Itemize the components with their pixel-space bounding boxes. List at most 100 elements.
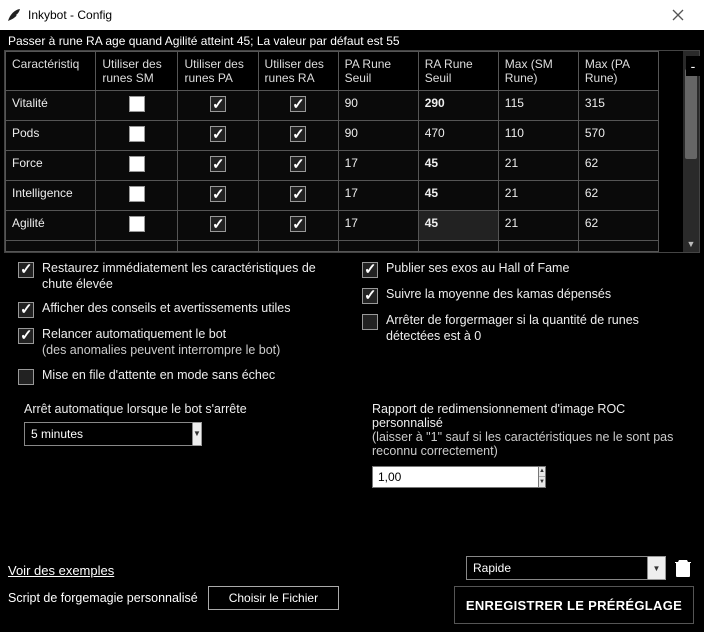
autostop-combo[interactable]: ▼ [24, 422, 184, 446]
table-scrollbar[interactable]: ▲ ▼ [683, 51, 699, 252]
checkbox[interactable] [290, 186, 306, 202]
col-ra: Utiliser des runes RA [258, 52, 338, 91]
preset-input[interactable] [466, 556, 648, 580]
checkbox[interactable] [129, 186, 145, 202]
checkbox[interactable] [210, 186, 226, 202]
stats-table: Caractéristiq Utiliser des runes SM Util… [5, 51, 659, 252]
option-row: Suivre la moyenne des kamas dépensés [362, 287, 686, 304]
checkbox[interactable] [129, 96, 145, 112]
table-row[interactable]: Intelligence17452162 [6, 181, 659, 211]
cell-raseuil[interactable]: 470 [418, 121, 498, 151]
checkbox[interactable] [290, 156, 306, 172]
cell-sm[interactable] [96, 211, 178, 241]
checkbox[interactable] [18, 369, 34, 385]
cell-maxpa[interactable]: 62 [578, 211, 658, 241]
cell-stat: Pods [6, 121, 96, 151]
checkbox[interactable] [210, 126, 226, 142]
checkbox[interactable] [210, 216, 226, 232]
table-header-row: Caractéristiq Utiliser des runes SM Util… [6, 52, 659, 91]
cell-paseuil[interactable]: 90 [338, 91, 418, 121]
cell-raseuil[interactable]: 45 [418, 181, 498, 211]
cell-sm[interactable] [96, 91, 178, 121]
option-label: Mise en file d'attente en mode sans éche… [42, 368, 275, 384]
roc-hint: (laisser à "1" sauf si les caractéristiq… [372, 430, 680, 458]
roc-stepper[interactable]: ▲ ▼ [372, 466, 462, 488]
cell-maxsm[interactable]: 21 [498, 211, 578, 241]
table-row[interactable]: Agilité 17452162 [6, 211, 659, 241]
choose-file-button[interactable]: Choisir le Fichier [208, 586, 339, 610]
scroll-thumb[interactable] [685, 69, 697, 159]
cell-ra[interactable] [258, 181, 338, 211]
cell-ra[interactable] [258, 91, 338, 121]
cell-pa[interactable] [178, 181, 258, 211]
chevron-down-icon[interactable]: ▼ [193, 422, 202, 446]
cell-maxsm[interactable]: 21 [498, 151, 578, 181]
checkbox[interactable] [362, 314, 378, 330]
cell-paseuil[interactable]: 90 [338, 121, 418, 151]
subsections: Arrêt automatique lorsque le bot s'arrêt… [0, 394, 704, 488]
cell-pa[interactable] [178, 91, 258, 121]
checkbox[interactable] [210, 96, 226, 112]
chevron-down-icon[interactable]: ▼ [648, 556, 666, 580]
scroll-down-icon[interactable]: ▼ [683, 236, 699, 252]
cell-maxpa[interactable]: 315 [578, 91, 658, 121]
cell-pa[interactable] [178, 121, 258, 151]
checkbox[interactable] [129, 126, 145, 142]
checkbox[interactable] [290, 96, 306, 112]
col-stat: Caractéristiq [6, 52, 96, 91]
roc-spinner[interactable]: ▲ ▼ [539, 466, 546, 488]
checkbox[interactable] [362, 262, 378, 278]
roc-label: Rapport de redimensionnement d'image ROC… [372, 402, 680, 430]
table-row[interactable]: Pods 90470110570 [6, 121, 659, 151]
checkbox[interactable] [129, 216, 145, 232]
cell-sm[interactable] [96, 151, 178, 181]
cell-maxpa[interactable]: 62 [578, 151, 658, 181]
checkbox[interactable] [18, 262, 34, 278]
option-row: Mise en file d'attente en mode sans éche… [18, 368, 342, 385]
option-row: Relancer automatiquement le bot(des anom… [18, 327, 342, 358]
table-row[interactable]: Force17452162 [6, 151, 659, 181]
delete-preset-button[interactable] [672, 556, 694, 580]
collapse-tab[interactable]: - [686, 56, 700, 76]
cell-sm[interactable] [96, 181, 178, 211]
cell-ra[interactable] [258, 151, 338, 181]
cell-ra[interactable] [258, 121, 338, 151]
checkbox[interactable] [290, 126, 306, 142]
option-row: Afficher des conseils et avertissements … [18, 301, 342, 318]
cell-maxsm[interactable]: 110 [498, 121, 578, 151]
cell-raseuil[interactable]: 45 [418, 211, 498, 241]
cell-stat: Agilité [6, 211, 96, 241]
checkbox[interactable] [18, 328, 34, 344]
cell-maxpa[interactable]: 62 [578, 181, 658, 211]
cell-maxsm[interactable]: 21 [498, 181, 578, 211]
cell-raseuil[interactable]: 290 [418, 91, 498, 121]
option-label: Arrêter de forgermager si la quantité de… [386, 313, 686, 344]
cell-paseuil[interactable]: 17 [338, 211, 418, 241]
option-label: Publier ses exos au Hall of Fame [386, 261, 569, 277]
examples-link[interactable]: Voir des exemples [8, 563, 114, 578]
checkbox[interactable] [18, 302, 34, 318]
cell-pa[interactable] [178, 211, 258, 241]
cell-sm[interactable] [96, 121, 178, 151]
cell-maxpa[interactable]: 570 [578, 121, 658, 151]
autostop-input[interactable] [24, 422, 193, 446]
close-button[interactable] [658, 0, 698, 30]
cell-maxsm[interactable]: 115 [498, 91, 578, 121]
col-maxsm: Max (SM Rune) [498, 52, 578, 91]
checkbox[interactable] [210, 156, 226, 172]
cell-raseuil[interactable]: 45 [418, 151, 498, 181]
col-raseuil: RA Rune Seuil [418, 52, 498, 91]
checkbox[interactable] [362, 288, 378, 304]
roc-input[interactable] [372, 466, 539, 488]
cell-paseuil[interactable]: 17 [338, 181, 418, 211]
checkbox[interactable] [290, 216, 306, 232]
preset-combo[interactable]: ▼ [466, 556, 666, 580]
checkbox[interactable] [129, 156, 145, 172]
cell-pa[interactable] [178, 151, 258, 181]
table-row[interactable]: Vitalité90290115315 [6, 91, 659, 121]
save-preset-button[interactable]: ENREGISTRER LE PRÉRÉGLAGE [454, 586, 694, 624]
cell-paseuil[interactable]: 17 [338, 151, 418, 181]
cell-ra[interactable] [258, 211, 338, 241]
spin-up-icon[interactable]: ▲ [539, 467, 545, 478]
spin-down-icon[interactable]: ▼ [539, 477, 545, 487]
